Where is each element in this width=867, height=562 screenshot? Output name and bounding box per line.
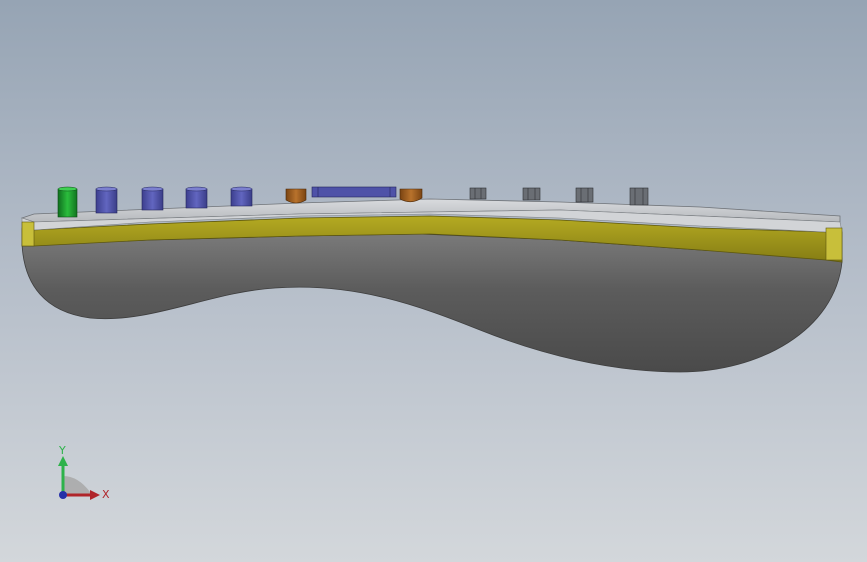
green-cylinder-part[interactable] — [57, 186, 78, 218]
blue-cylinder-part[interactable] — [141, 186, 164, 211]
gray-connector-part[interactable] — [575, 187, 594, 203]
model-view[interactable] — [0, 0, 867, 562]
gray-connector-part[interactable] — [629, 187, 649, 206]
orange-cylinder-part[interactable] — [399, 188, 423, 203]
blue-cylinder-part[interactable] — [230, 186, 253, 207]
gray-connector-part[interactable] — [522, 187, 541, 201]
triad-x-label: X — [102, 488, 110, 501]
triad-y-label: Y — [58, 444, 66, 457]
blue-cylinder-part[interactable] — [185, 186, 208, 209]
graphics-viewport[interactable]: Y X — [0, 0, 867, 562]
orange-cylinder-part[interactable] — [285, 188, 307, 204]
triad-plane-shading — [63, 476, 90, 495]
board-left-end-cap — [21, 221, 35, 247]
triad-y-arrow — [58, 456, 68, 466]
board-body — [21, 233, 843, 373]
orientation-triad: Y X — [58, 444, 110, 501]
board-right-end-cap — [825, 227, 843, 261]
triad-x-arrow — [90, 490, 100, 500]
center-blue-block-part[interactable] — [311, 186, 397, 198]
gray-connector-part[interactable] — [469, 187, 487, 200]
blue-cylinder-part[interactable] — [95, 186, 118, 214]
triad-z-axis — [59, 491, 67, 499]
